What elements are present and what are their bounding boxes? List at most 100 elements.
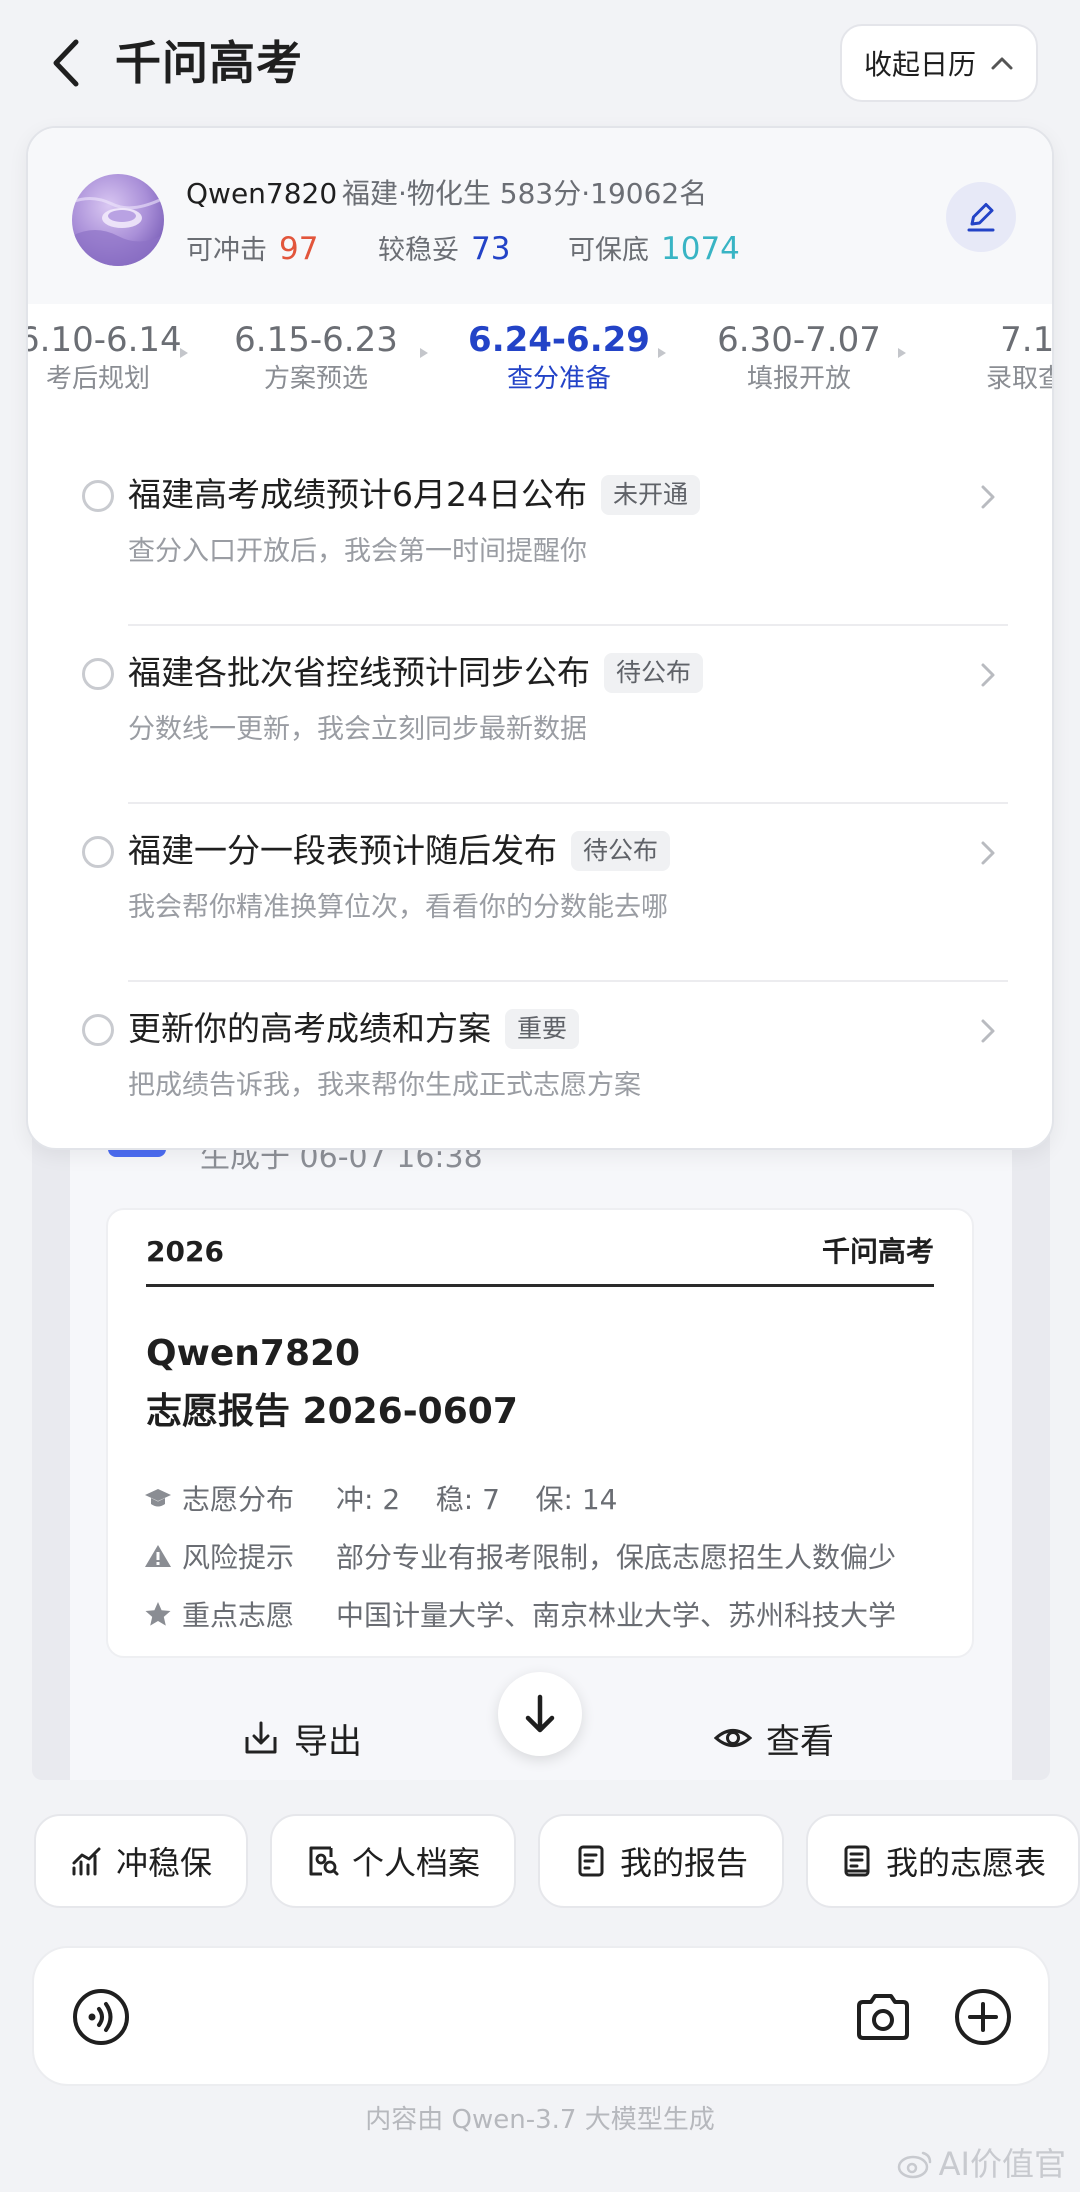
timeline-stage-4[interactable]: 6.30-7.07 填报开放 (694, 318, 904, 396)
triangle-right-icon (658, 348, 666, 358)
task-title: 福建各批次省控线预计同步公布 待公布 (128, 648, 704, 698)
stat-label: 可保底 (568, 235, 649, 266)
camera-icon (857, 1994, 909, 2040)
task-description: 分数线一更新，我会立刻同步最新数据 (128, 714, 587, 745)
task-description: 查分入口开放后，我会第一时间提醒你 (128, 536, 587, 567)
task-item-score-table[interactable]: 福建一分一段表预计随后发布 待公布 我会帮你精准换算位次，看看你的分数能去哪 (28, 804, 1052, 982)
report-username: Qwen7820 (146, 1333, 361, 1374)
task-description: 我会帮你精准换算位次，看看你的分数能去哪 (128, 892, 668, 923)
chat-input-bar[interactable] (32, 1946, 1050, 2086)
stat-value: 97 (279, 231, 319, 267)
timeline-stage-2[interactable]: 6.15-6.23 方案预选 (216, 318, 416, 396)
task-item-control-line[interactable]: 福建各批次省控线预计同步公布 待公布 分数线一更新，我会立刻同步最新数据 (28, 626, 1052, 804)
warning-icon (145, 1545, 171, 1567)
camera-button[interactable] (854, 1988, 912, 2046)
timeline-label: 填报开放 (746, 364, 851, 394)
report-title: 志愿报告 2026-0607 (146, 1391, 518, 1432)
report-row-key-choices: 重点志愿 中国计量大学、南京林业大学、苏州科技大学 (144, 1592, 896, 1636)
stat-reach: 可冲击 97 (186, 228, 318, 272)
chip-label: 个人档案 (351, 1844, 480, 1882)
scroll-down-button[interactable] (498, 1672, 582, 1756)
avatar-image (72, 174, 164, 266)
chip-label: 我的志愿表 (885, 1844, 1046, 1882)
watermark-text: AI价值官 (938, 2145, 1066, 2183)
export-button[interactable]: 导出 (242, 1710, 362, 1766)
report-card[interactable]: 2026 千问高考 Qwen7820 志愿报告 2026-0607 志愿分布 冲… (106, 1208, 974, 1658)
timeline-label: 查分准备 (506, 364, 611, 394)
stat-match: 较稳妥 73 (378, 228, 510, 272)
task-checkbox[interactable] (82, 1014, 114, 1046)
task-item-update-score[interactable]: 更新你的高考成绩和方案 重要 把成绩告诉我，我来帮你生成正式志愿方案 (28, 982, 1052, 1148)
task-title: 福建一分一段表预计随后发布 待公布 (128, 826, 671, 876)
task-title-text: 福建高考成绩预计6月24日公布 (128, 475, 587, 514)
task-description: 把成绩告诉我，我来帮你生成正式志愿方案 (128, 1070, 641, 1101)
report-year: 2026 (146, 1235, 224, 1268)
stat-label: 可冲击 (186, 235, 267, 266)
calendar-panel: Qwen7820 福建·物化生 583分·19062名 可冲击 97 较稳妥 73 … (26, 126, 1054, 1150)
task-status-badge: 未开通 (601, 475, 701, 515)
timeline-stage-1[interactable]: 6.10-6.14 考后规划 (26, 318, 182, 396)
task-checkbox[interactable] (82, 480, 114, 512)
plus-circle-icon (955, 1989, 1011, 2045)
report-row-value: 中国计量大学、南京林业大学、苏州科技大学 (336, 1599, 897, 1632)
profile-username: Qwen7820 (186, 177, 338, 210)
task-status-badge: 待公布 (604, 653, 704, 693)
task-checkbox[interactable] (82, 836, 114, 868)
collapse-calendar-label: 收起日历 (863, 48, 976, 81)
report-row-label: 志愿分布 (182, 1483, 295, 1516)
eye-icon (714, 1729, 752, 1747)
report-row-value: 部分专业有报考限制，保底志愿招生人数偏少 (336, 1541, 897, 1574)
profile-summary: Qwen7820 福建·物化生 583分·19062名 可冲击 97 较稳妥 73 … (28, 128, 1052, 304)
chip-personal-profile[interactable]: 个人档案 (270, 1814, 516, 1908)
chip-chong-wen-bao[interactable]: 冲稳保 (34, 1814, 248, 1908)
timeline-stage-3[interactable]: 6.24-6.29 查分准备 (454, 318, 664, 396)
task-checkbox[interactable] (82, 658, 114, 690)
report-row-distribution: 志愿分布 冲: 2 稳: 7 保: 14 (144, 1476, 617, 1520)
chevron-right-icon (981, 841, 995, 865)
chip-my-volunteer-form[interactable]: 我的志愿表 (806, 1814, 1080, 1908)
task-title-text: 福建一分一段表预计随后发布 (128, 831, 557, 870)
chevron-up-icon (991, 57, 1013, 70)
profile-meta: 福建·物化生 583分·19062名 (342, 177, 708, 210)
stat-value: 73 (471, 231, 511, 267)
back-button[interactable] (46, 36, 86, 90)
download-icon (245, 1721, 277, 1754)
timeline-date: 6.15-6.23 (234, 320, 398, 360)
collapse-calendar-button[interactable]: 收起日历 (840, 24, 1038, 102)
voice-icon (73, 1989, 129, 2045)
chip-label: 我的报告 (619, 1844, 748, 1882)
timeline-label: 方案预选 (263, 364, 368, 394)
timeline-date: 6.24-6.29 (468, 320, 650, 360)
edit-profile-button[interactable] (946, 182, 1016, 252)
triangle-right-icon (420, 348, 428, 358)
report-divider (146, 1284, 934, 1287)
export-label: 导出 (294, 1721, 362, 1762)
add-button[interactable] (954, 1988, 1012, 2046)
report-row-label: 风险提示 (182, 1541, 295, 1574)
timeline-label: 录取查询 (985, 364, 1052, 394)
form-icon (844, 1845, 870, 1877)
chip-my-report[interactable]: 我的报告 (538, 1814, 784, 1908)
timeline-stage-5[interactable]: 7.13 录取查询 (958, 318, 1052, 396)
chevron-right-icon (981, 1019, 995, 1043)
timeline-date: 6.10-6.14 (26, 320, 182, 360)
triangle-right-icon (898, 348, 906, 358)
chevron-left-icon (53, 39, 79, 87)
chevron-right-icon (981, 485, 995, 509)
ai-disclaimer: 内容由 Qwen-3.7 大模型生成 (365, 2105, 715, 2135)
avatar[interactable] (72, 174, 164, 266)
graduation-cap-icon (145, 1489, 171, 1507)
voice-button[interactable] (72, 1988, 130, 2046)
report-icon (578, 1845, 604, 1877)
task-item-score-release[interactable]: 福建高考成绩预计6月24日公布 未开通 查分入口开放后，我会第一时间提醒你 (28, 448, 1052, 626)
page-title: 千问高考 (115, 36, 303, 90)
stat-safety: 可保底 1074 (568, 228, 740, 272)
view-button[interactable]: 查看 (714, 1710, 834, 1766)
task-title-text: 更新你的高考成绩和方案 (128, 1009, 491, 1048)
timeline-date: 6.30-7.07 (717, 320, 881, 360)
watermark: AI价值官 (897, 2142, 1066, 2186)
task-status-badge: 重要 (505, 1009, 580, 1049)
profile-search-icon (309, 1846, 339, 1876)
arrow-down-icon (525, 1694, 555, 1733)
top-bar: 千问高考 收起日历 (0, 0, 1080, 125)
